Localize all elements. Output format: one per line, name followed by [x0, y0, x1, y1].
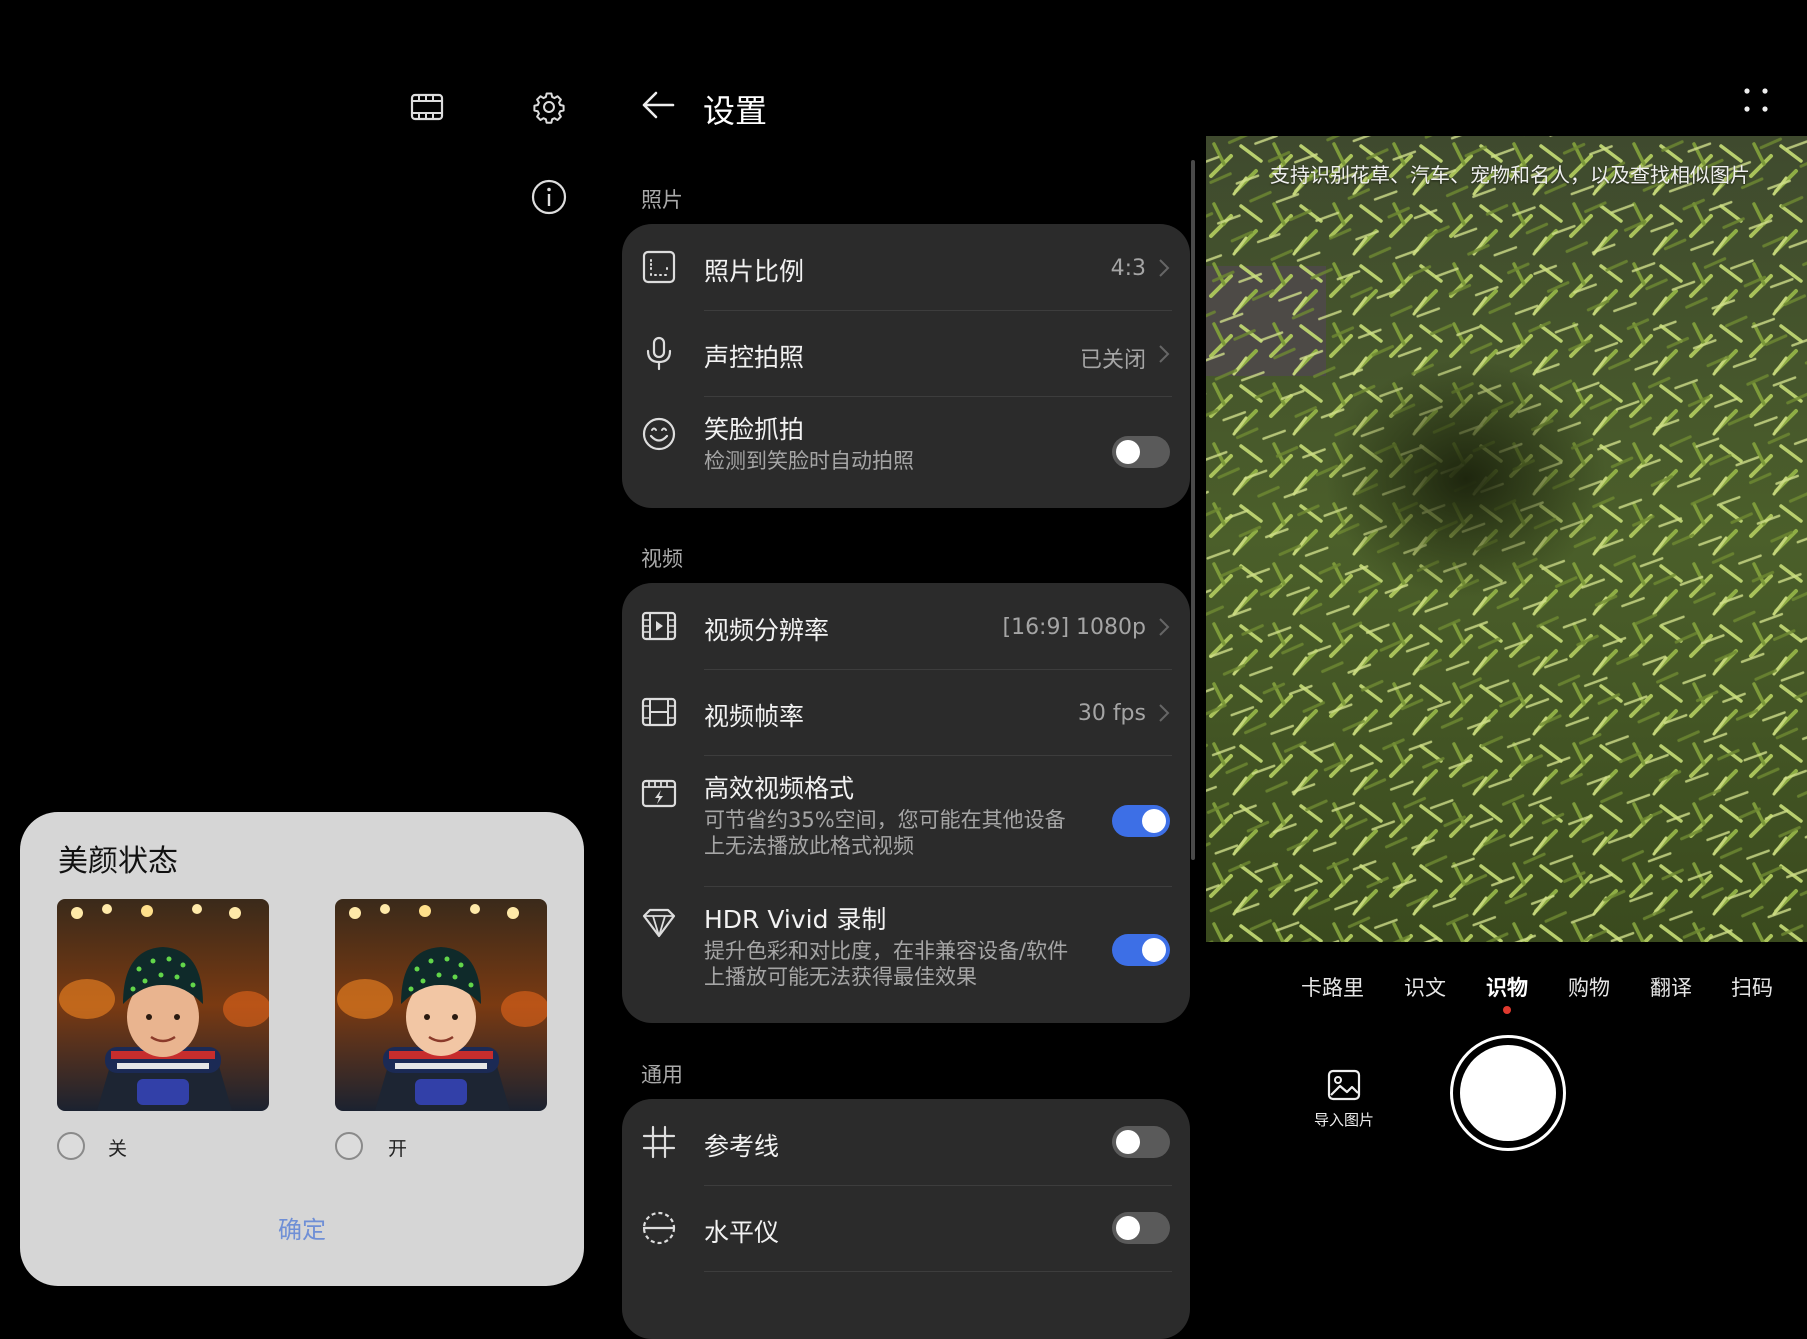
active-mode-dot: [1503, 1006, 1511, 1014]
setting-value: [16:9] 1080p: [1002, 615, 1146, 640]
beauty-off-label: 关: [108, 1138, 128, 1160]
setting-row-grid[interactable]: 参考线: [622, 1099, 1190, 1186]
page-title: 设置: [703, 92, 768, 130]
setting-title: 声控拍照: [704, 343, 805, 372]
setting-title: 照片比例: [704, 257, 805, 286]
beauty-off-preview[interactable]: [57, 899, 269, 1111]
image-icon: [1327, 1069, 1361, 1101]
general-settings-card: 参考线 水平仪: [622, 1099, 1190, 1339]
info-icon[interactable]: [531, 179, 567, 215]
setting-value: 4:3: [1110, 256, 1146, 281]
setting-subtitle: 可节省约35%空间，您可能在其他设备上无法播放此格式视频: [704, 808, 1066, 858]
hdr-vivid-toggle[interactable]: [1112, 934, 1170, 966]
setting-subtitle: 检测到笑脸时自动拍照: [704, 449, 914, 473]
mode-text[interactable]: 识文: [1404, 972, 1446, 1002]
import-label: 导入图片: [1313, 1111, 1374, 1129]
setting-row-video-resolution[interactable]: 视频分辨率 [16:9] 1080p: [622, 583, 1190, 670]
photo-settings-card: 照片比例 4:3 声控拍照 已关闭 笑脸抓拍 检测到笑脸时自动拍照: [622, 224, 1190, 508]
video-resolution-icon: [641, 608, 677, 644]
camera-viewfinder[interactable]: [1206, 136, 1807, 942]
beauty-on-preview[interactable]: [335, 899, 547, 1111]
level-icon: [641, 1210, 677, 1246]
setting-row-hdr-vivid[interactable]: HDR Vivid 录制 提升色彩和对比度，在非兼容设备/软件上播放可能无法获得…: [622, 886, 1190, 1023]
setting-value: 已关闭: [1079, 348, 1146, 373]
more-options-icon[interactable]: [1742, 86, 1770, 114]
mode-translate[interactable]: 翻译: [1650, 972, 1692, 1002]
left-panel: 美颜状态 关 开 确定: [0, 0, 600, 1306]
beauty-on-label: 开: [388, 1138, 408, 1160]
beauty-off-radio[interactable]: [57, 1132, 85, 1160]
section-label-general: 通用: [641, 1063, 683, 1087]
setting-title: 水平仪: [704, 1218, 780, 1247]
chevron-right-icon: [1158, 703, 1170, 723]
setting-subtitle: 提升色彩和对比度，在非兼容设备/软件上播放可能无法获得最佳效果: [704, 939, 1069, 989]
divider: [704, 1271, 1172, 1272]
film-strip-icon[interactable]: [410, 92, 444, 122]
back-arrow-icon[interactable]: [640, 88, 676, 122]
beauty-status-dialog: 美颜状态 关 开 确定: [20, 812, 584, 1286]
setting-row-level[interactable]: 水平仪: [622, 1185, 1190, 1272]
smile-capture-toggle[interactable]: [1112, 436, 1170, 468]
hdr-diamond-icon: [641, 906, 677, 942]
efficient-video-icon: [641, 775, 677, 811]
setting-value: 30 fps: [1077, 701, 1146, 726]
section-label-photo: 照片: [641, 188, 683, 212]
beauty-on-radio[interactable]: [335, 1132, 363, 1160]
shutter-button[interactable]: [1460, 1045, 1556, 1141]
setting-row-voice-capture[interactable]: 声控拍照 已关闭: [622, 310, 1190, 397]
smile-icon: [641, 416, 677, 452]
video-settings-card: 视频分辨率 [16:9] 1080p 视频帧率 30 fps 高效视频格式 可节…: [622, 583, 1190, 1023]
setting-title: 高效视频格式: [704, 774, 855, 803]
film-frame-icon: [641, 694, 677, 730]
confirm-button[interactable]: 确定: [20, 1210, 584, 1245]
setting-title: 参考线: [704, 1132, 780, 1161]
gear-icon[interactable]: [532, 90, 566, 124]
mode-calories[interactable]: 卡路里: [1301, 972, 1364, 1002]
setting-row-aspect-ratio[interactable]: 照片比例 4:3: [622, 224, 1190, 311]
level-toggle[interactable]: [1112, 1212, 1170, 1244]
dialog-title: 美颜状态: [58, 844, 178, 879]
mode-scan[interactable]: 扫码: [1731, 972, 1773, 1002]
chevron-right-icon: [1158, 344, 1170, 364]
settings-scrollbar[interactable]: [1191, 160, 1195, 860]
aspect-ratio-icon: [641, 249, 677, 285]
setting-row-smile-capture[interactable]: 笑脸抓拍 检测到笑脸时自动拍照: [622, 396, 1190, 508]
microphone-icon: [641, 335, 677, 371]
efficient-format-toggle[interactable]: [1112, 805, 1170, 837]
grid-toggle[interactable]: [1112, 1126, 1170, 1158]
setting-title: 笑脸抓拍: [704, 415, 805, 444]
setting-title: 视频帧率: [704, 702, 805, 731]
section-label-video: 视频: [641, 547, 683, 571]
import-image-button[interactable]: 导入图片: [1306, 1069, 1382, 1131]
setting-title: HDR Vivid 录制: [704, 905, 887, 934]
mode-object[interactable]: 识物: [1486, 972, 1528, 1002]
setting-title: 视频分辨率: [704, 616, 830, 645]
mode-shopping[interactable]: 购物: [1568, 972, 1610, 1002]
setting-row-frame-rate[interactable]: 视频帧率 30 fps: [622, 669, 1190, 756]
grid-icon: [641, 1124, 677, 1160]
recognition-hint: 支持识别花草、汽车、宠物和名人，以及查找相似图片: [1270, 163, 1750, 187]
setting-row-efficient-format[interactable]: 高效视频格式 可节省约35%空间，您可能在其他设备上无法播放此格式视频: [622, 755, 1190, 887]
chevron-right-icon: [1158, 258, 1170, 278]
chevron-right-icon: [1158, 617, 1170, 637]
